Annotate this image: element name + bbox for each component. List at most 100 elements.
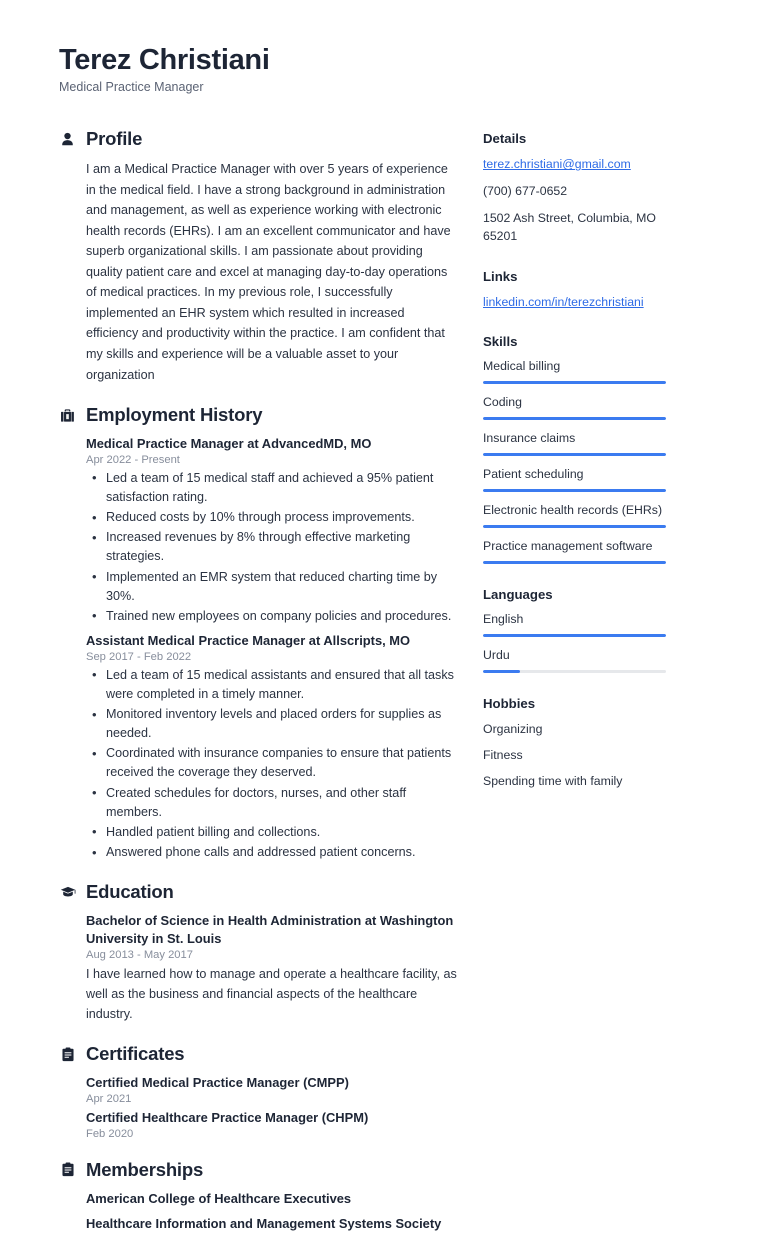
education-entry: Bachelor of Science in Health Administra… [86, 912, 457, 1024]
phone-number: (700) 677-0652 [483, 184, 568, 199]
email-link[interactable]: terez.christiani@gmail.com [483, 156, 668, 174]
briefcase-icon [59, 407, 76, 424]
resume-columns: Profile I am a Medical Practice Manager … [59, 128, 708, 1251]
employment-entry-date: Apr 2022 - Present [86, 453, 180, 466]
candidate-name: Terez Christiani [59, 44, 270, 76]
clipboard-icon [59, 1046, 76, 1063]
skill-rating-fill [483, 381, 666, 385]
skill-rating-fill [483, 489, 666, 493]
section-education-body: Bachelor of Science in Health Administra… [59, 912, 457, 1024]
section-education: Education Bachelor of Science in Health … [59, 881, 457, 1024]
sidebar-block-links: Links linkedin.com/in/terezchristiani [483, 269, 668, 312]
profile-text: I am a Medical Practice Manager with ove… [86, 162, 451, 382]
education-entry-title: Bachelor of Science in Health Administra… [86, 913, 454, 946]
skill-label: Insurance claims [483, 431, 576, 446]
list-item: Implemented an EMR system that reduced c… [86, 567, 457, 606]
skill-rating-fill [483, 453, 666, 457]
section-memberships-header: Memberships [59, 1159, 457, 1181]
resume-page: Terez Christiani Medical Practice Manage… [0, 0, 768, 1231]
membership-title: American College of Healthcare Executive… [86, 1190, 352, 1206]
membership-entry: Healthcare Information and Management Sy… [86, 1215, 457, 1233]
membership-entry: American College of Healthcare Executive… [86, 1190, 457, 1208]
skill-item: Practice management software [483, 539, 668, 565]
list-item: Coordinated with insurance companies to … [86, 744, 457, 782]
list-item: Monitored inventory levels and placed or… [86, 705, 457, 743]
sidebar-title-links: Links [483, 268, 518, 284]
section-title-memberships: Memberships [86, 1158, 204, 1180]
certificate-title: Certified Medical Practice Manager (CMPP… [86, 1075, 349, 1091]
section-title-certificates: Certificates [86, 1043, 185, 1065]
certificate-title: Certified Healthcare Practice Manager (C… [86, 1109, 369, 1125]
language-rating-track [483, 670, 666, 674]
language-rating-fill [483, 670, 520, 674]
certificate-entry: Certified Medical Practice Manager (CMPP… [86, 1074, 457, 1105]
employment-entry: Assistant Medical Practice Manager at Al… [86, 632, 457, 862]
sidebar-block-details: Details terez.christiani@gmail.com (700)… [483, 131, 668, 245]
sidebar-column: Details terez.christiani@gmail.com (700)… [483, 128, 668, 814]
skill-item: Coding [483, 395, 668, 421]
list-item: Created schedules for doctors, nurses, a… [86, 783, 457, 822]
employment-entry-title: Medical Practice Manager at AdvancedMD, … [86, 436, 372, 452]
graduation-cap-icon [59, 884, 76, 901]
section-employment-header: Employment History [59, 404, 457, 426]
sidebar-block-languages: Languages English Urdu [483, 587, 668, 674]
skill-rating-fill [483, 525, 666, 529]
list-item: Answered phone calls and addressed patie… [86, 842, 457, 862]
section-certificates-body: Certified Medical Practice Manager (CMPP… [59, 1074, 457, 1140]
section-certificates-header: Certificates [59, 1043, 457, 1065]
sidebar-title-languages: Languages [483, 587, 553, 603]
sidebar-title-skills: Skills [483, 334, 518, 350]
education-entry-date: Aug 2013 - May 2017 [86, 948, 193, 961]
list-item: Trained new employees on company policie… [86, 606, 457, 626]
skill-item: Electronic health records (EHRs) [483, 503, 668, 529]
skill-rating-fill [483, 561, 666, 565]
certificate-entry: Certified Healthcare Practice Manager (C… [86, 1109, 457, 1140]
section-employment: Employment History Medical Practice Mana… [59, 404, 457, 862]
employment-entry-date: Sep 2017 - Feb 2022 [86, 650, 192, 663]
membership-title: Healthcare Information and Management Sy… [86, 1215, 442, 1231]
list-item: Increased revenues by 8% through effecti… [86, 528, 457, 566]
section-memberships-body: American College of Healthcare Executive… [59, 1190, 457, 1233]
skill-label: Electronic health records (EHRs) [483, 503, 663, 518]
section-title-profile: Profile [86, 128, 143, 150]
list-item: Led a team of 15 medical assistants and … [86, 665, 457, 704]
section-certificates: Certificates Certified Medical Practice … [59, 1043, 457, 1140]
section-title-education: Education [86, 881, 174, 903]
section-profile-body: I am a Medical Practice Manager with ove… [59, 159, 457, 385]
language-item: Urdu [483, 648, 668, 674]
section-profile: Profile I am a Medical Practice Manager … [59, 128, 457, 385]
list-item: Reduced costs by 10% through process imp… [86, 508, 457, 528]
skill-rating-track [483, 417, 666, 421]
skill-rating-track [483, 453, 666, 457]
list-item: Handled patient billing and collections. [86, 822, 457, 842]
employment-entry-title: Assistant Medical Practice Manager at Al… [86, 632, 411, 648]
sidebar-block-hobbies: Hobbies Organizing Fitness Spending time… [483, 696, 668, 790]
employment-entry-bullets: Led a team of 15 medical staff and achie… [86, 468, 457, 626]
hobby-item: Fitness [483, 748, 523, 763]
skill-label: Medical billing [483, 359, 561, 374]
skill-label: Coding [483, 395, 522, 410]
skill-label: Patient scheduling [483, 467, 584, 482]
certificate-date: Apr 2021 [86, 1092, 132, 1105]
hobby-item: Spending time with family [483, 774, 623, 789]
skill-rating-track [483, 525, 666, 529]
sidebar-title-hobbies: Hobbies [483, 696, 536, 712]
sidebar-title-details: Details [483, 131, 527, 147]
certificate-date: Feb 2020 [86, 1127, 134, 1140]
language-item: English [483, 612, 668, 638]
language-rating-track [483, 634, 666, 638]
language-label: Urdu [483, 648, 510, 663]
main-column: Profile I am a Medical Practice Manager … [59, 128, 483, 1251]
education-entry-description: I have learned how to manage and operate… [86, 966, 457, 1022]
skill-label: Practice management software [483, 539, 653, 554]
clipboard-icon [59, 1161, 76, 1178]
person-icon [59, 131, 76, 148]
linkedin-link[interactable]: linkedin.com/in/terezchristiani [483, 294, 668, 312]
employment-entry-bullets: Led a team of 15 medical assistants and … [86, 665, 457, 862]
language-rating-fill [483, 634, 666, 638]
skill-rating-track [483, 381, 666, 385]
section-memberships: Memberships American College of Healthca… [59, 1159, 457, 1233]
section-profile-header: Profile [59, 128, 457, 150]
address: 1502 Ash Street, Columbia, MO 65201 [483, 211, 656, 243]
section-education-header: Education [59, 881, 457, 903]
